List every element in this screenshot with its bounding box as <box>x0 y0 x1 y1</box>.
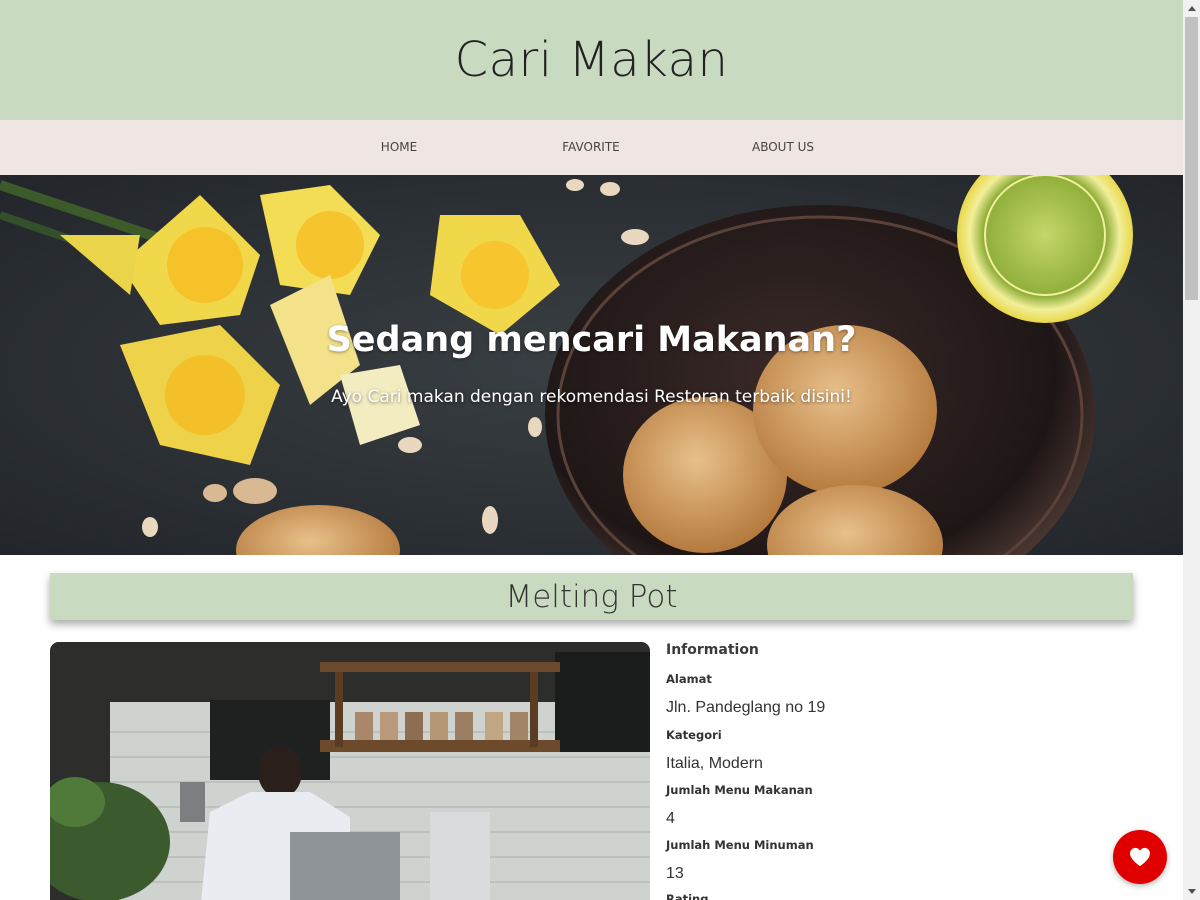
restaurant-image <box>50 642 650 900</box>
info-value-alamat: Jln. Pandeglang no 19 <box>666 699 826 716</box>
app-title: Cari Makan <box>454 32 729 88</box>
info-heading: Information <box>666 642 759 658</box>
nav-link-about-us[interactable]: ABOUT US <box>752 120 814 175</box>
scroll-down-arrow-icon[interactable] <box>1183 883 1200 900</box>
heart-icon <box>1130 847 1150 867</box>
info-value-jumlah-menu-minuman: 13 <box>666 865 684 882</box>
page: Cari Makan HOME FAVORITE ABOUT US Sedang… <box>0 0 1183 900</box>
info-value-kategori: Italia, Modern <box>666 755 763 772</box>
info-label-alamat: Alamat <box>666 672 712 686</box>
hero-subtitle: Ayo Cari makan dengan rekomendasi Restor… <box>331 387 852 407</box>
scroll-thumb[interactable] <box>1185 17 1198 300</box>
main-nav: HOME FAVORITE ABOUT US <box>0 120 1183 175</box>
nav-link-home[interactable]: HOME <box>381 120 417 175</box>
scroll-up-arrow-icon[interactable] <box>1183 0 1200 17</box>
app-header: Cari Makan <box>0 0 1183 120</box>
favorite-button[interactable] <box>1113 830 1167 884</box>
info-label-jumlah-menu-minuman: Jumlah Menu Minuman <box>666 838 814 852</box>
info-label-kategori: Kategori <box>666 728 722 742</box>
nav-link-favorite[interactable]: FAVORITE <box>562 120 619 175</box>
hero-banner: Sedang mencari Makanan? Ayo Cari makan d… <box>0 175 1183 555</box>
info-label-jumlah-menu-makanan: Jumlah Menu Makanan <box>666 783 813 797</box>
restaurant-name: Melting Pot <box>505 578 678 615</box>
restaurant-name-bar: Melting Pot <box>50 573 1133 620</box>
info-label-rating: Rating <box>666 892 709 900</box>
hero-image <box>0 175 1183 555</box>
hero-title: Sedang mencari Makanan? <box>326 320 857 360</box>
info-value-jumlah-menu-makanan: 4 <box>666 810 675 827</box>
vertical-scrollbar[interactable] <box>1183 0 1200 900</box>
restaurant-photo <box>50 642 650 900</box>
